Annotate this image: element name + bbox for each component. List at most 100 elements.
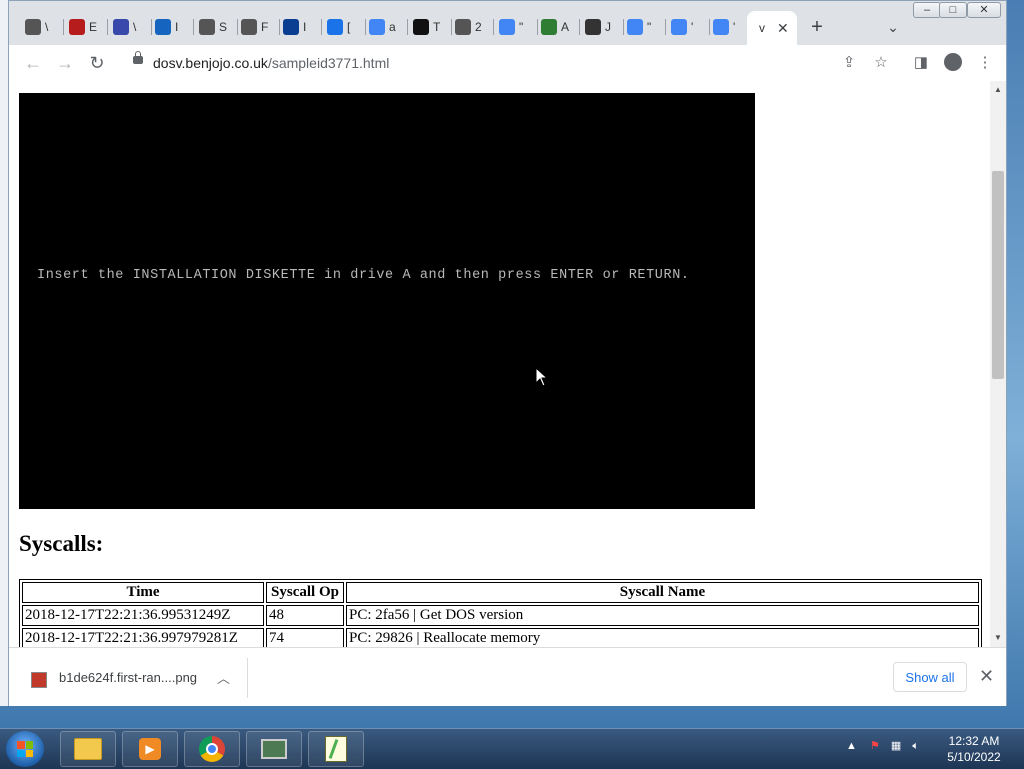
tab-label: a <box>389 20 396 34</box>
browser-window: \ E \ I S F I [a T 2 " A J " ' ' v ✕ + ⌄ – □ ✕ ← → ↻ do… <box>8 0 1007 706</box>
tab-separator <box>63 19 64 35</box>
tab-label: T <box>433 20 441 34</box>
divider <box>247 658 248 698</box>
tab-separator <box>665 19 666 35</box>
mouse-cursor-icon <box>535 367 549 387</box>
page-scrollbar[interactable]: ▲ ▼ <box>990 81 1006 647</box>
reload-button[interactable]: ↻ <box>85 51 109 75</box>
download-shelf: b1de624f.first-ran....png ︿ Show all ✕ <box>9 647 1006 706</box>
address-bar[interactable]: dosv.benjojo.co.uk/sampleid3771.html <box>121 49 839 77</box>
back-button[interactable]: ← <box>21 51 45 75</box>
menu-kebab-icon[interactable]: ⋮ <box>973 51 997 75</box>
tab-label: 2 <box>475 20 482 34</box>
cell-name: PC: 2fa56 | Get DOS version <box>346 605 979 626</box>
tab[interactable]: A <box>541 13 569 41</box>
scroll-up-arrow-icon[interactable]: ▲ <box>994 85 1002 94</box>
scroll-down-arrow-icon[interactable]: ▼ <box>994 633 1002 642</box>
nasa-icon <box>283 19 299 35</box>
forward-button[interactable]: → <box>53 51 77 75</box>
tab-label: \ <box>45 20 49 34</box>
tab[interactable]: I <box>155 13 183 41</box>
column-header-time: Time <box>22 582 264 603</box>
tab[interactable]: ' <box>713 13 741 41</box>
tab-label: \ <box>133 20 137 34</box>
close-window-button[interactable]: ✕ <box>967 2 1001 18</box>
tab-active[interactable]: v ✕ <box>747 11 797 45</box>
column-header-op: Syscall Op <box>266 582 344 603</box>
url-text[interactable]: dosv.benjojo.co.uk/sampleid3771.html <box>153 55 389 71</box>
tab-separator <box>107 19 108 35</box>
show-hidden-icons-icon[interactable]: ▲ <box>846 740 857 752</box>
taskbar-system-tool-button[interactable] <box>246 731 302 767</box>
taskbar-media-player-button[interactable]: ▶ <box>122 731 178 767</box>
cell-op: 48 <box>266 605 344 626</box>
tab[interactable]: J <box>585 13 613 41</box>
bookmark-star-icon[interactable]: ☆ <box>869 51 893 75</box>
maximize-button[interactable]: □ <box>939 2 967 18</box>
tab[interactable]: ' <box>671 13 699 41</box>
tab[interactable]: S <box>199 13 227 41</box>
image-file-icon <box>31 672 47 688</box>
taskbar-chrome-button[interactable] <box>184 731 240 767</box>
tab[interactable]: " <box>627 13 655 41</box>
taskbar-explorer-button[interactable] <box>60 731 116 767</box>
mountain-icon <box>413 19 429 35</box>
system-tray: ▲ ⚑ ▦ 🔈︎ <box>846 739 919 753</box>
tab-separator <box>193 19 194 35</box>
question-icon <box>585 19 601 35</box>
volume-icon[interactable]: 🔈︎ <box>912 740 919 752</box>
tab-separator <box>365 19 366 35</box>
tab[interactable]: \ <box>25 13 53 41</box>
tab[interactable]: [ <box>327 13 355 41</box>
chrome-icon <box>199 736 225 762</box>
tab-separator <box>709 19 710 35</box>
dos-prompt-text: Insert the INSTALLATION DISKETTE in driv… <box>37 268 690 283</box>
tab-strip: \ E \ I S F I [a T 2 " A J " ' ' v ✕ + ⌄ – □ ✕ <box>9 1 1006 45</box>
tab[interactable]: 2 <box>455 13 483 41</box>
tab[interactable]: I <box>283 13 311 41</box>
tab-separator <box>623 19 624 35</box>
clock[interactable]: 12:32 AM 5/10/2022 <box>944 733 1004 765</box>
tab[interactable]: E <box>69 13 97 41</box>
close-tab-icon[interactable]: ✕ <box>777 20 789 37</box>
tab-label: ' <box>733 20 736 34</box>
tab[interactable]: " <box>499 13 527 41</box>
new-tab-button[interactable]: + <box>805 15 829 39</box>
vb-icon <box>25 19 41 35</box>
dos-emulator-screen[interactable]: Insert the INSTALLATION DISKETTE in driv… <box>19 93 755 509</box>
tab-label: S <box>219 20 227 34</box>
network-icon[interactable]: ▦ <box>891 740 901 752</box>
taskbar-notepad-button[interactable] <box>308 731 364 767</box>
action-center-icon[interactable]: ⚑ <box>870 740 880 752</box>
computer-icon <box>261 739 287 759</box>
abc-icon <box>541 19 557 35</box>
tab[interactable]: F <box>241 13 269 41</box>
share-icon[interactable]: ⇪ <box>837 51 861 75</box>
tab-label: J <box>605 20 611 34</box>
folder-icon <box>74 738 102 760</box>
start-button[interactable] <box>6 731 44 767</box>
show-all-button[interactable]: Show all <box>893 662 967 692</box>
tab-label: " <box>647 20 652 34</box>
side-panel-icon[interactable]: ◨ <box>909 51 933 75</box>
tab[interactable]: a <box>369 13 397 41</box>
tab-separator <box>279 19 280 35</box>
scrollbar-thumb[interactable] <box>992 171 1004 379</box>
cell-time: 2018-12-17T22:21:36.997979281Z <box>22 628 264 647</box>
tab-label: ' <box>691 20 694 34</box>
chevron-up-icon[interactable]: ︿ <box>217 668 230 687</box>
tab[interactable]: \ <box>113 13 141 41</box>
globe-icon <box>199 19 215 35</box>
profile-avatar-icon[interactable] <box>944 53 962 71</box>
sigma-icon <box>113 19 129 35</box>
media-player-icon: ▶ <box>139 738 161 760</box>
tab[interactable]: T <box>413 13 441 41</box>
tab-label: A <box>561 20 569 34</box>
close-shelf-icon[interactable]: ✕ <box>979 666 994 687</box>
clock-time: 12:32 AM <box>948 734 1000 748</box>
minimize-button[interactable]: – <box>913 2 941 18</box>
download-file-name[interactable]: b1de624f.first-ran....png <box>59 670 197 685</box>
tab-separator <box>151 19 152 35</box>
tab-search-button[interactable]: ⌄ <box>881 15 905 39</box>
tab-separator <box>493 19 494 35</box>
